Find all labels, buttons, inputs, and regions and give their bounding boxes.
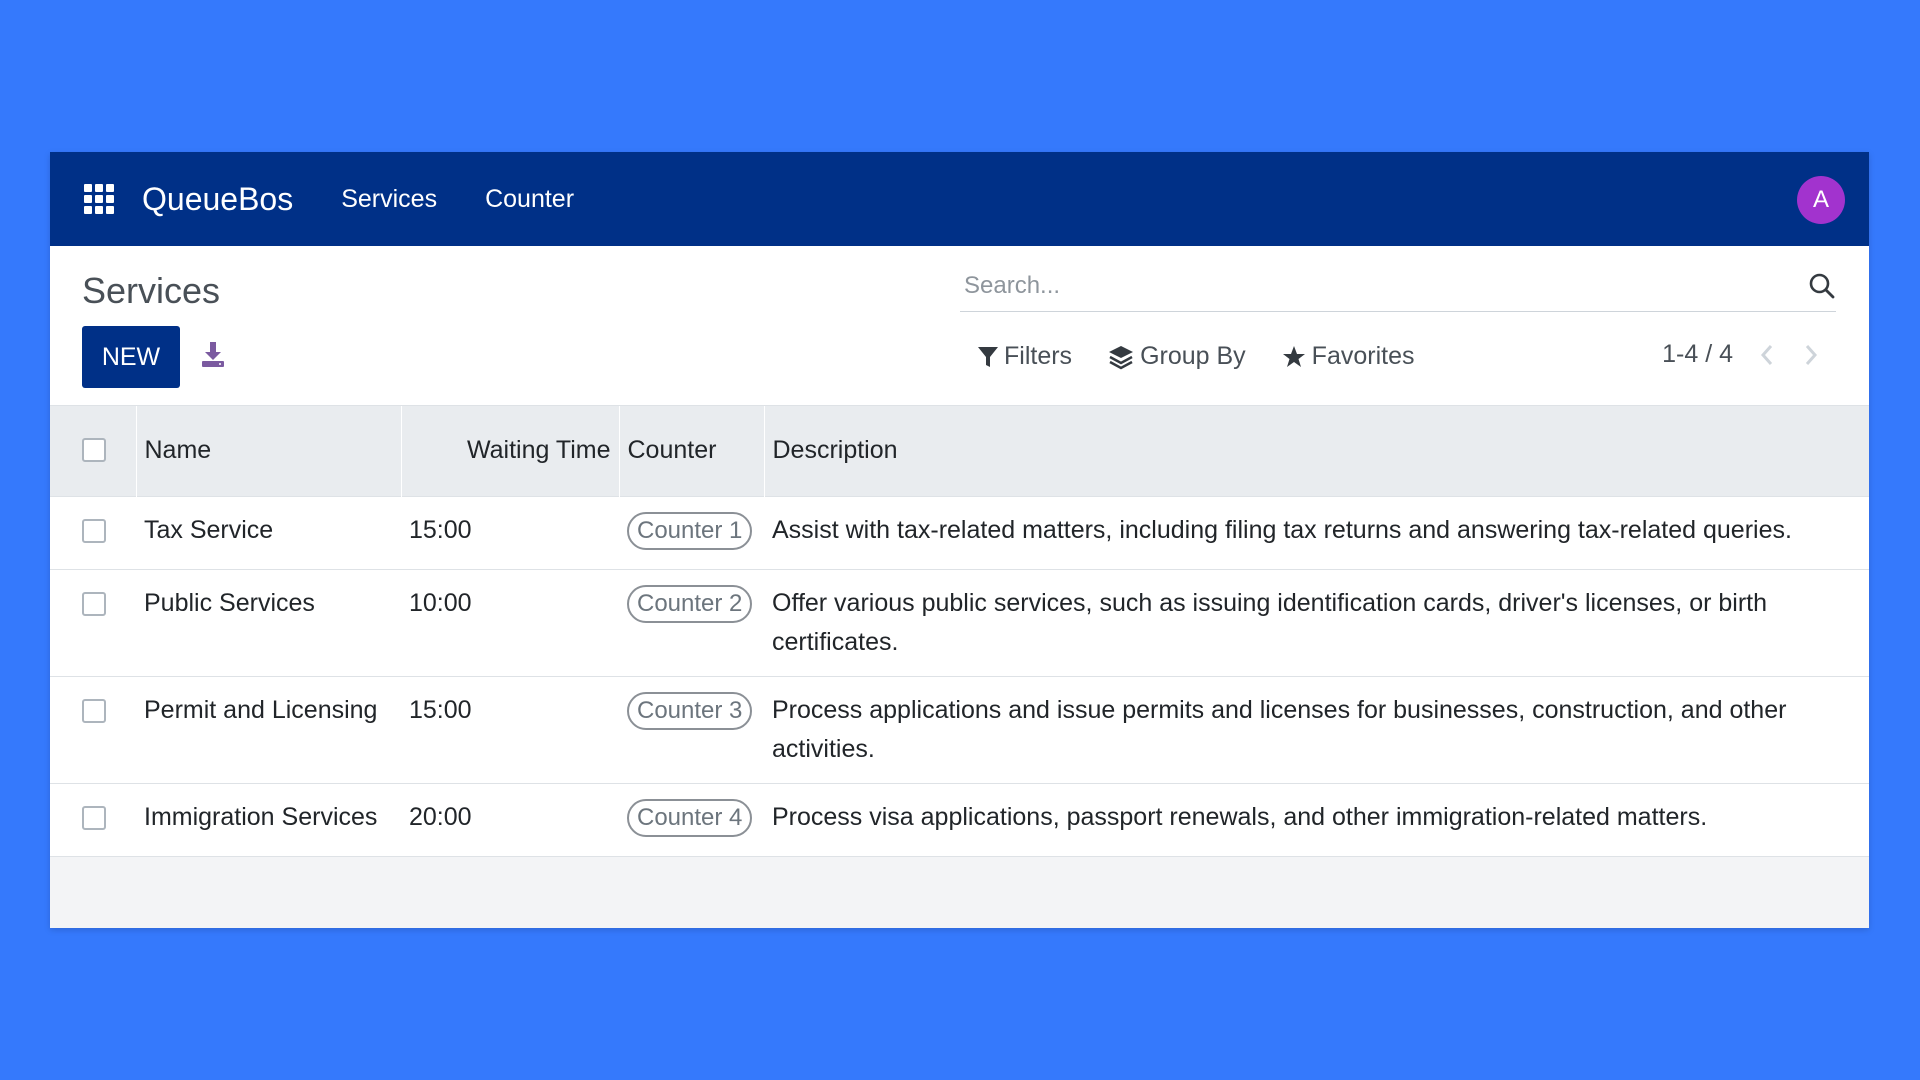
favorites-button[interactable]: Favorites bbox=[1282, 342, 1415, 371]
cell-name[interactable]: Permit and Licensing bbox=[136, 675, 401, 783]
select-all-cell bbox=[50, 406, 137, 496]
row-select-cell bbox=[50, 495, 136, 569]
control-panel: Services NEW Filters bbox=[50, 246, 1869, 406]
group-by-label: Group By bbox=[1140, 342, 1246, 370]
row-select-cell bbox=[50, 568, 136, 676]
user-avatar[interactable]: A bbox=[1797, 176, 1845, 224]
cell-description[interactable]: Offer various public services, such as i… bbox=[764, 568, 1869, 676]
app-brand[interactable]: QueueBos bbox=[142, 181, 293, 218]
layers-icon bbox=[1109, 345, 1134, 369]
group-by-button[interactable]: Group By bbox=[1108, 342, 1246, 371]
row-select-cell bbox=[50, 782, 136, 857]
column-header-counter[interactable]: Counter bbox=[619, 406, 765, 496]
row-checkbox[interactable] bbox=[82, 698, 106, 723]
cell-counter[interactable]: Counter 1 bbox=[619, 495, 764, 569]
cell-description[interactable]: Process visa applications, passport rene… bbox=[764, 782, 1869, 857]
counter-badge: Counter 1 bbox=[627, 511, 753, 550]
counter-badge: Counter 4 bbox=[627, 798, 753, 837]
search-icon[interactable] bbox=[1808, 272, 1836, 300]
counter-badge: Counter 3 bbox=[627, 691, 753, 730]
chevron-right-icon bbox=[1805, 345, 1818, 365]
top-navbar: QueueBos Services Counter A bbox=[50, 152, 1869, 246]
column-header-waiting-time[interactable]: Waiting Time bbox=[401, 406, 620, 496]
search-input[interactable] bbox=[960, 262, 1780, 310]
select-all-checkbox[interactable] bbox=[82, 438, 106, 463]
cell-waiting-time[interactable]: 15:00 bbox=[401, 495, 619, 569]
cell-counter[interactable]: Counter 2 bbox=[619, 568, 764, 676]
chevron-left-icon bbox=[1760, 345, 1773, 365]
cell-name[interactable]: Tax Service bbox=[136, 495, 401, 569]
funnel-icon bbox=[978, 346, 998, 367]
table-row[interactable]: Tax Service 15:00 Counter 1 Assist with … bbox=[50, 495, 1869, 569]
filters-label: Filters bbox=[1004, 342, 1073, 370]
row-checkbox[interactable] bbox=[82, 805, 106, 830]
row-select-cell bbox=[50, 675, 136, 783]
cell-counter[interactable]: Counter 4 bbox=[619, 782, 764, 857]
filters-button[interactable]: Filters bbox=[978, 342, 1072, 371]
filter-bar: Filters Group By Favorites bbox=[978, 342, 1450, 371]
menu-counter[interactable]: Counter bbox=[485, 185, 574, 214]
column-header-name[interactable]: Name bbox=[136, 406, 402, 496]
table-row[interactable]: Immigration Services 20:00 Counter 4 Pro… bbox=[50, 782, 1869, 857]
row-checkbox[interactable] bbox=[82, 591, 106, 616]
row-checkbox[interactable] bbox=[82, 518, 106, 543]
pager-previous-button[interactable] bbox=[1757, 340, 1777, 370]
cell-description[interactable]: Process applications and issue permits a… bbox=[764, 675, 1869, 783]
counter-badge: Counter 2 bbox=[627, 584, 753, 623]
pager-next-button[interactable] bbox=[1801, 340, 1821, 370]
favorites-label: Favorites bbox=[1311, 342, 1415, 370]
cell-name[interactable]: Public Services bbox=[136, 568, 401, 676]
cell-name[interactable]: Immigration Services bbox=[136, 782, 401, 857]
column-header-description[interactable]: Description bbox=[764, 406, 1869, 496]
search-bar bbox=[960, 262, 1836, 312]
services-table: Name Waiting Time Counter Description Ta… bbox=[50, 406, 1869, 857]
table-row[interactable]: Permit and Licensing 15:00 Counter 3 Pro… bbox=[50, 675, 1869, 783]
apps-grid-icon[interactable] bbox=[84, 184, 114, 214]
pager-value[interactable]: 1-4 / 4 bbox=[1662, 340, 1733, 369]
cell-counter[interactable]: Counter 3 bbox=[619, 675, 764, 783]
page-title: Services bbox=[82, 270, 221, 311]
new-button[interactable]: NEW bbox=[82, 326, 180, 388]
menu-services[interactable]: Services bbox=[341, 185, 437, 214]
table-header-row: Name Waiting Time Counter Description bbox=[50, 406, 1869, 496]
cell-waiting-time[interactable]: 15:00 bbox=[401, 675, 619, 783]
download-icon[interactable] bbox=[200, 340, 226, 368]
table-row[interactable]: Public Services 10:00 Counter 2 Offer va… bbox=[50, 568, 1869, 676]
cell-waiting-time[interactable]: 20:00 bbox=[401, 782, 619, 857]
cell-waiting-time[interactable]: 10:00 bbox=[401, 568, 619, 676]
star-icon bbox=[1282, 345, 1305, 367]
cell-description[interactable]: Assist with tax-related matters, includi… bbox=[764, 495, 1869, 569]
app-window: QueueBos Services Counter A Services NEW bbox=[50, 152, 1869, 928]
